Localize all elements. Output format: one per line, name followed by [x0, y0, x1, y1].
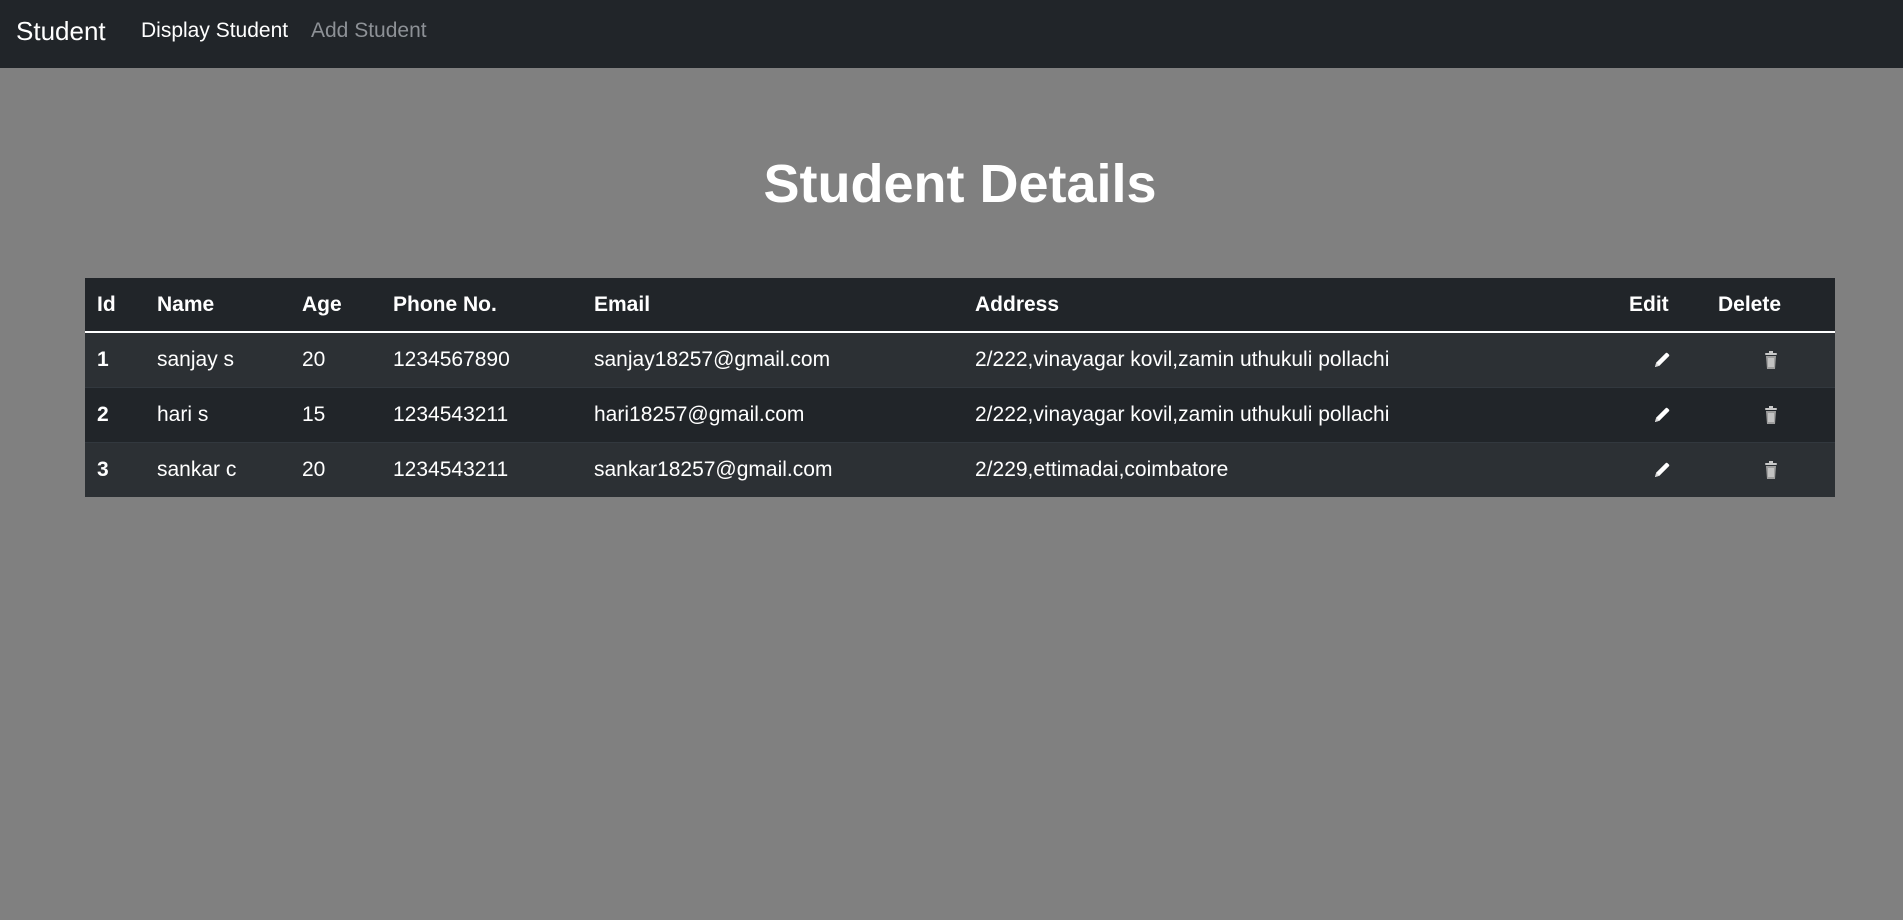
cell-phone: 1234567890 [381, 331, 582, 387]
cell-name: sanjay s [145, 331, 290, 387]
column-header-age: Age [290, 278, 381, 333]
cell-age: 15 [290, 386, 381, 442]
cell-age: 20 [290, 331, 381, 387]
pencil-icon[interactable] [1652, 405, 1672, 425]
navbar-brand[interactable]: Student [16, 15, 106, 47]
cell-age: 20 [290, 441, 381, 497]
table-header-row: Id Name Age Phone No. Email Address Edit… [85, 278, 1835, 333]
cell-edit [1617, 386, 1706, 442]
table-body: 1 sanjay s 20 1234567890 sanjay18257@gma… [85, 331, 1835, 497]
trash-icon[interactable] [1763, 350, 1779, 370]
table-row: 3 sankar c 20 1234543211 sankar18257@gma… [85, 441, 1835, 497]
cell-edit [1617, 441, 1706, 497]
column-header-phone: Phone No. [381, 278, 582, 333]
table-row: 2 hari s 15 1234543211 hari18257@gmail.c… [85, 386, 1835, 442]
column-header-address: Address [963, 278, 1617, 333]
table-row: 1 sanjay s 20 1234567890 sanjay18257@gma… [85, 331, 1835, 387]
column-header-delete: Delete [1706, 278, 1835, 333]
cell-id: 2 [85, 386, 145, 442]
pencil-icon[interactable] [1652, 350, 1672, 370]
column-header-edit: Edit [1617, 278, 1706, 333]
cell-phone: 1234543211 [381, 386, 582, 442]
cell-address: 2/222,vinayagar kovil,zamin uthukuli pol… [963, 331, 1617, 387]
cell-delete [1706, 331, 1835, 387]
cell-address: 2/229,ettimadai,coimbatore [963, 441, 1617, 497]
cell-email: sanjay18257@gmail.com [582, 331, 963, 387]
trash-icon[interactable] [1763, 460, 1779, 480]
pencil-icon[interactable] [1652, 460, 1672, 480]
cell-edit [1617, 331, 1706, 387]
cell-email: hari18257@gmail.com [582, 386, 963, 442]
column-header-id: Id [85, 278, 145, 333]
navbar: Student Display Student Add Student [0, 0, 1903, 68]
cell-name: hari s [145, 386, 290, 442]
cell-id: 1 [85, 331, 145, 387]
nav-link-add-student[interactable]: Add Student [311, 18, 427, 44]
cell-email: sankar18257@gmail.com [582, 441, 963, 497]
table-header: Id Name Age Phone No. Email Address Edit… [85, 278, 1835, 333]
column-header-email: Email [582, 278, 963, 333]
students-table: Id Name Age Phone No. Email Address Edit… [85, 278, 1835, 497]
page-title: Student Details [763, 154, 1157, 214]
cell-id: 3 [85, 441, 145, 497]
trash-icon[interactable] [1763, 405, 1779, 425]
cell-address: 2/222,vinayagar kovil,zamin uthukuli pol… [963, 386, 1617, 442]
cell-name: sankar c [145, 441, 290, 497]
cell-delete [1706, 386, 1835, 442]
cell-delete [1706, 441, 1835, 497]
column-header-name: Name [145, 278, 290, 333]
nav-link-display-student[interactable]: Display Student [141, 18, 288, 44]
cell-phone: 1234543211 [381, 441, 582, 497]
